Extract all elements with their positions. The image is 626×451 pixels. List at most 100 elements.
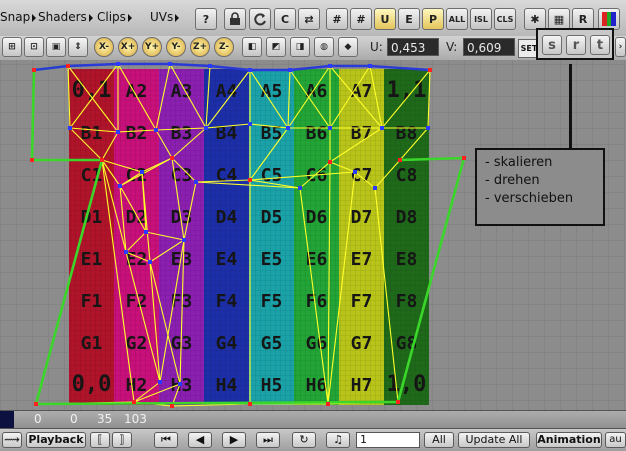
uv-vertex[interactable]: [194, 180, 198, 184]
uv-vertex[interactable]: [380, 126, 384, 130]
clear-selection-button[interactable]: CLS: [494, 8, 516, 30]
rotate-button[interactable]: r: [566, 35, 586, 55]
uv-vertex[interactable]: [298, 186, 302, 190]
uv-vertex[interactable]: [140, 170, 144, 174]
overflow-button[interactable]: ›: [615, 37, 626, 57]
u-snap-button[interactable]: U: [374, 8, 396, 30]
sphere-map-button[interactable]: ◍: [314, 37, 334, 57]
y-plus-button[interactable]: Y+: [142, 37, 162, 57]
menu-clips[interactable]: Clips: [97, 10, 132, 24]
x-plus-button[interactable]: X+: [118, 37, 138, 57]
uv-vertex[interactable]: [396, 400, 400, 404]
zoom-fit-button[interactable]: ⊡: [24, 37, 44, 57]
uv-vertex[interactable]: [32, 68, 36, 72]
uv-vertex[interactable]: [204, 126, 208, 130]
uv-vertex[interactable]: [288, 68, 292, 72]
uv-vertex[interactable]: [68, 126, 72, 130]
uv-vertex[interactable]: [178, 382, 182, 386]
uv-vertex[interactable]: [328, 160, 332, 164]
uv-vertex[interactable]: [34, 402, 38, 406]
all-button[interactable]: All: [424, 432, 454, 448]
timeline-toggle-button[interactable]: ⟿: [2, 432, 22, 448]
uv-vertex[interactable]: [168, 62, 172, 66]
uv-vertex[interactable]: [158, 380, 162, 384]
menu-shaders[interactable]: Shaders: [38, 10, 93, 24]
uv-vertex[interactable]: [248, 178, 252, 182]
menu-uvs[interactable]: UVs: [150, 10, 180, 24]
uv-vertex[interactable]: [182, 238, 186, 242]
grid-snap-button[interactable]: #: [326, 8, 348, 30]
scale-button[interactable]: s: [542, 35, 562, 55]
v-coordinate-field[interactable]: 0,609: [463, 38, 515, 56]
uv-vertex[interactable]: [170, 156, 174, 160]
update-all-button[interactable]: Update All: [458, 432, 530, 448]
uv-vertex[interactable]: [148, 260, 152, 264]
uv-vertex[interactable]: [170, 404, 174, 408]
uv-vertex[interactable]: [353, 170, 357, 174]
u-coordinate-field[interactable]: 0,453: [387, 38, 439, 56]
edge-snap-button[interactable]: E: [398, 8, 420, 30]
snap-star-button[interactable]: ✱: [524, 8, 546, 30]
previous-key-button[interactable]: ⟦: [90, 432, 110, 448]
uv-vertex[interactable]: [116, 62, 120, 66]
uv-vertex[interactable]: [426, 126, 430, 130]
loop-button[interactable]: ↻: [292, 432, 316, 448]
uv-vertex[interactable]: [30, 158, 34, 162]
swap-button[interactable]: ⇄: [298, 8, 320, 30]
uv-vertex[interactable]: [328, 126, 332, 130]
menu-snap[interactable]: Snap: [0, 10, 37, 24]
select-island-button[interactable]: ISL: [470, 8, 492, 30]
uv-vertex[interactable]: [286, 126, 290, 130]
fit-vertical-button[interactable]: ⇕: [68, 37, 88, 57]
cylinder-map-button[interactable]: ◨: [290, 37, 310, 57]
go-start-button[interactable]: ⏮: [154, 432, 178, 448]
uv-vertex[interactable]: [132, 400, 136, 404]
uv-vertex[interactable]: [368, 64, 372, 68]
uv-vertex[interactable]: [248, 122, 252, 126]
uv-vertex[interactable]: [118, 184, 122, 188]
playback-button[interactable]: Playback: [26, 432, 86, 448]
point-snap-button[interactable]: P: [422, 8, 444, 30]
uv-editor-canvas[interactable]: 0,1A2A3A4A5A6A71,1B1B2B3B4B5B6B7B8C1C2C3…: [0, 60, 626, 410]
box-map-button[interactable]: ◧: [242, 37, 262, 57]
uv-vertex[interactable]: [248, 402, 252, 406]
lock-button[interactable]: [224, 8, 246, 30]
z-plus-button[interactable]: Z+: [190, 37, 210, 57]
auto-key-button[interactable]: au: [605, 432, 626, 448]
uv-vertex[interactable]: [144, 230, 148, 234]
refresh-button[interactable]: [249, 8, 271, 30]
uv-vertex[interactable]: [428, 68, 432, 72]
planar-map-button[interactable]: ◩: [266, 37, 286, 57]
frame-button[interactable]: ⊞: [2, 37, 22, 57]
audio-button[interactable]: ♫: [326, 432, 350, 448]
play-button[interactable]: ▶: [222, 432, 246, 448]
uv-vertex[interactable]: [66, 64, 70, 68]
y-minus-button[interactable]: Y-: [166, 37, 186, 57]
translate-button[interactable]: t: [590, 35, 610, 55]
render-button[interactable]: R: [572, 8, 594, 30]
uv-vertex[interactable]: [328, 64, 332, 68]
uv-vertex[interactable]: [398, 158, 402, 162]
color-checker-button[interactable]: [598, 8, 620, 30]
uv-vertex[interactable]: [462, 156, 466, 160]
help-button[interactable]: ?: [195, 8, 217, 30]
x-minus-button[interactable]: X-: [94, 37, 114, 57]
uv-vertex[interactable]: [208, 64, 212, 68]
uv-vertex[interactable]: [100, 158, 104, 162]
uv-vertex[interactable]: [154, 128, 158, 132]
grid-toggle-button[interactable]: #: [350, 8, 372, 30]
uv-grid-button[interactable]: ▦: [548, 8, 570, 30]
play-reverse-button[interactable]: ◀: [188, 432, 212, 448]
go-end-button[interactable]: ⏭: [256, 432, 280, 448]
center-button[interactable]: C: [274, 8, 296, 30]
uv-vertex[interactable]: [124, 250, 128, 254]
uv-vertex[interactable]: [373, 186, 377, 190]
next-key-button[interactable]: ⟧: [112, 432, 132, 448]
uv-vertex[interactable]: [248, 68, 252, 72]
uv-vertex[interactable]: [326, 402, 330, 406]
uv-viewport[interactable]: 0,1A2A3A4A5A6A71,1B1B2B3B4B5B6B7B8C1C2C3…: [0, 60, 626, 410]
animation-button[interactable]: Animation: [536, 432, 602, 448]
zoom-selection-button[interactable]: ▣: [46, 37, 66, 57]
relax-button[interactable]: ◆: [338, 37, 358, 57]
select-all-button[interactable]: ALL: [446, 8, 468, 30]
